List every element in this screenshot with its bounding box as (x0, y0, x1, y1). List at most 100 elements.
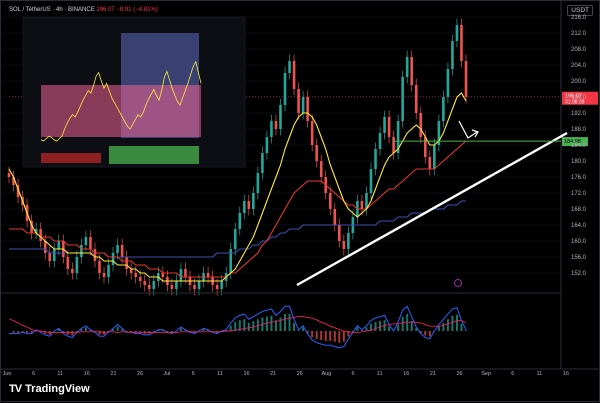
candle-body (184, 269, 187, 277)
candle-body (143, 281, 147, 285)
candle-body (39, 229, 42, 241)
candle-body (283, 73, 287, 105)
candle-body (288, 61, 291, 73)
oscillator-bar (279, 317, 282, 331)
oscillator-bar (342, 331, 345, 342)
candle-body (401, 77, 404, 121)
tradingview-wordmark: TradingView (25, 383, 90, 395)
oscillator-bar (229, 325, 232, 331)
candle-body (129, 269, 133, 273)
x-tick-label: Jun (3, 371, 12, 377)
candle-body (179, 269, 183, 281)
candle-body (292, 61, 296, 89)
candle-body (419, 113, 423, 137)
candle-body (215, 285, 219, 289)
candle-body (89, 237, 92, 249)
candle-body (256, 173, 260, 193)
candle-body (410, 57, 414, 85)
oscillator-bar (252, 321, 255, 331)
x-tick-label: 21 (430, 371, 436, 377)
oscillator-bar (338, 331, 341, 343)
candle-body (446, 69, 450, 97)
oscillator-bar (270, 315, 273, 331)
candle-body (460, 25, 463, 61)
inset-chart (22, 16, 246, 168)
candle-body (414, 85, 418, 113)
oscillator-bar (315, 331, 318, 340)
candle-body (369, 169, 373, 193)
candle-body (102, 273, 106, 277)
tradingview-icon: TV (9, 383, 22, 395)
inset-profile-pink (41, 85, 201, 137)
candle-body (360, 201, 364, 209)
candle-body (134, 273, 137, 277)
oscillator-bar (379, 321, 382, 331)
candle-body (301, 97, 305, 113)
candle-body (374, 149, 377, 169)
candle-body (116, 245, 119, 253)
oscillator-bar (451, 315, 454, 331)
x-tick-label: 11 (537, 371, 543, 377)
x-tick-label: 11 (57, 371, 63, 377)
candle-body (107, 265, 110, 277)
candle-body (48, 253, 52, 261)
oscillator-bar (356, 327, 359, 331)
candle-body (378, 133, 382, 149)
candle-body (306, 97, 309, 121)
x-tick-label: 11 (377, 371, 383, 377)
x-tick-label: 6 (192, 371, 195, 377)
price-axis[interactable]: 216.0 212.0 208.0 204.0 200.0 196.0 192.0 188.0… (571, 15, 587, 277)
candle-body (161, 273, 165, 277)
price-chart[interactable]: 196.0701:08:39184.98 216.0212.0208.0204.… (1, 1, 600, 403)
x-tick-label: 26 (137, 371, 143, 377)
candle-body (138, 277, 142, 281)
candle-body (84, 237, 88, 245)
time-axis[interactable]: Jun 6 11 16 21 26 Jul 6 11 16 21 26 Aug 6 11 16 21 26 Sep 6… (1, 368, 600, 377)
candle-body (270, 121, 273, 137)
oscillator-bar (465, 330, 467, 331)
y-tick-label: 176.0 (571, 175, 587, 181)
oscillator-bar (446, 319, 449, 331)
candle-body (387, 117, 391, 137)
x-tick-label: Jul (163, 371, 170, 377)
oscillator-bar (329, 331, 332, 341)
oscillator-bar (428, 331, 431, 337)
y-tick-label: 172.0 (571, 191, 587, 197)
candle-body (252, 193, 255, 209)
candle-body (455, 25, 459, 41)
candle-body (7, 173, 11, 177)
candle-body (147, 285, 151, 289)
candle-body (220, 281, 223, 289)
candle-body (342, 241, 346, 249)
x-tick-label: Sep (481, 371, 491, 377)
candle-body (152, 281, 156, 289)
oscillator-bar (333, 331, 336, 342)
candle-body (238, 213, 242, 229)
tradingview-logo[interactable]: TV TradingView (9, 383, 90, 395)
oscillator-bar (202, 329, 205, 331)
x-tick-label: 21 (270, 371, 276, 377)
y-tick-label: 152.0 (571, 271, 587, 277)
oscillator-bar (71, 331, 74, 336)
oscillator-bar (442, 322, 445, 331)
x-tick-label: 26 (297, 371, 303, 377)
candle-body (242, 201, 246, 213)
candle-body (66, 257, 70, 269)
y-tick-label: 188.0 (571, 127, 587, 133)
candle-body (333, 209, 337, 225)
candle-body (464, 61, 468, 97)
candle-body (338, 225, 341, 241)
oscillator-bar (437, 326, 440, 331)
x-tick-label: 6 (511, 371, 514, 377)
y-tick-label: 164.0 (571, 223, 587, 229)
oscillator-bar (243, 319, 246, 331)
y-tick-label: 156.0 (571, 255, 587, 261)
candle-body (315, 145, 318, 161)
inset-volume-green (109, 146, 199, 164)
oscillator-bar (26, 331, 29, 333)
x-tick-label: 6 (352, 371, 355, 377)
oscillator-bar (311, 331, 314, 338)
x-tick-label: 6 (32, 371, 35, 377)
x-tick-label: Aug (322, 371, 332, 377)
oscillator-bar (388, 326, 391, 331)
